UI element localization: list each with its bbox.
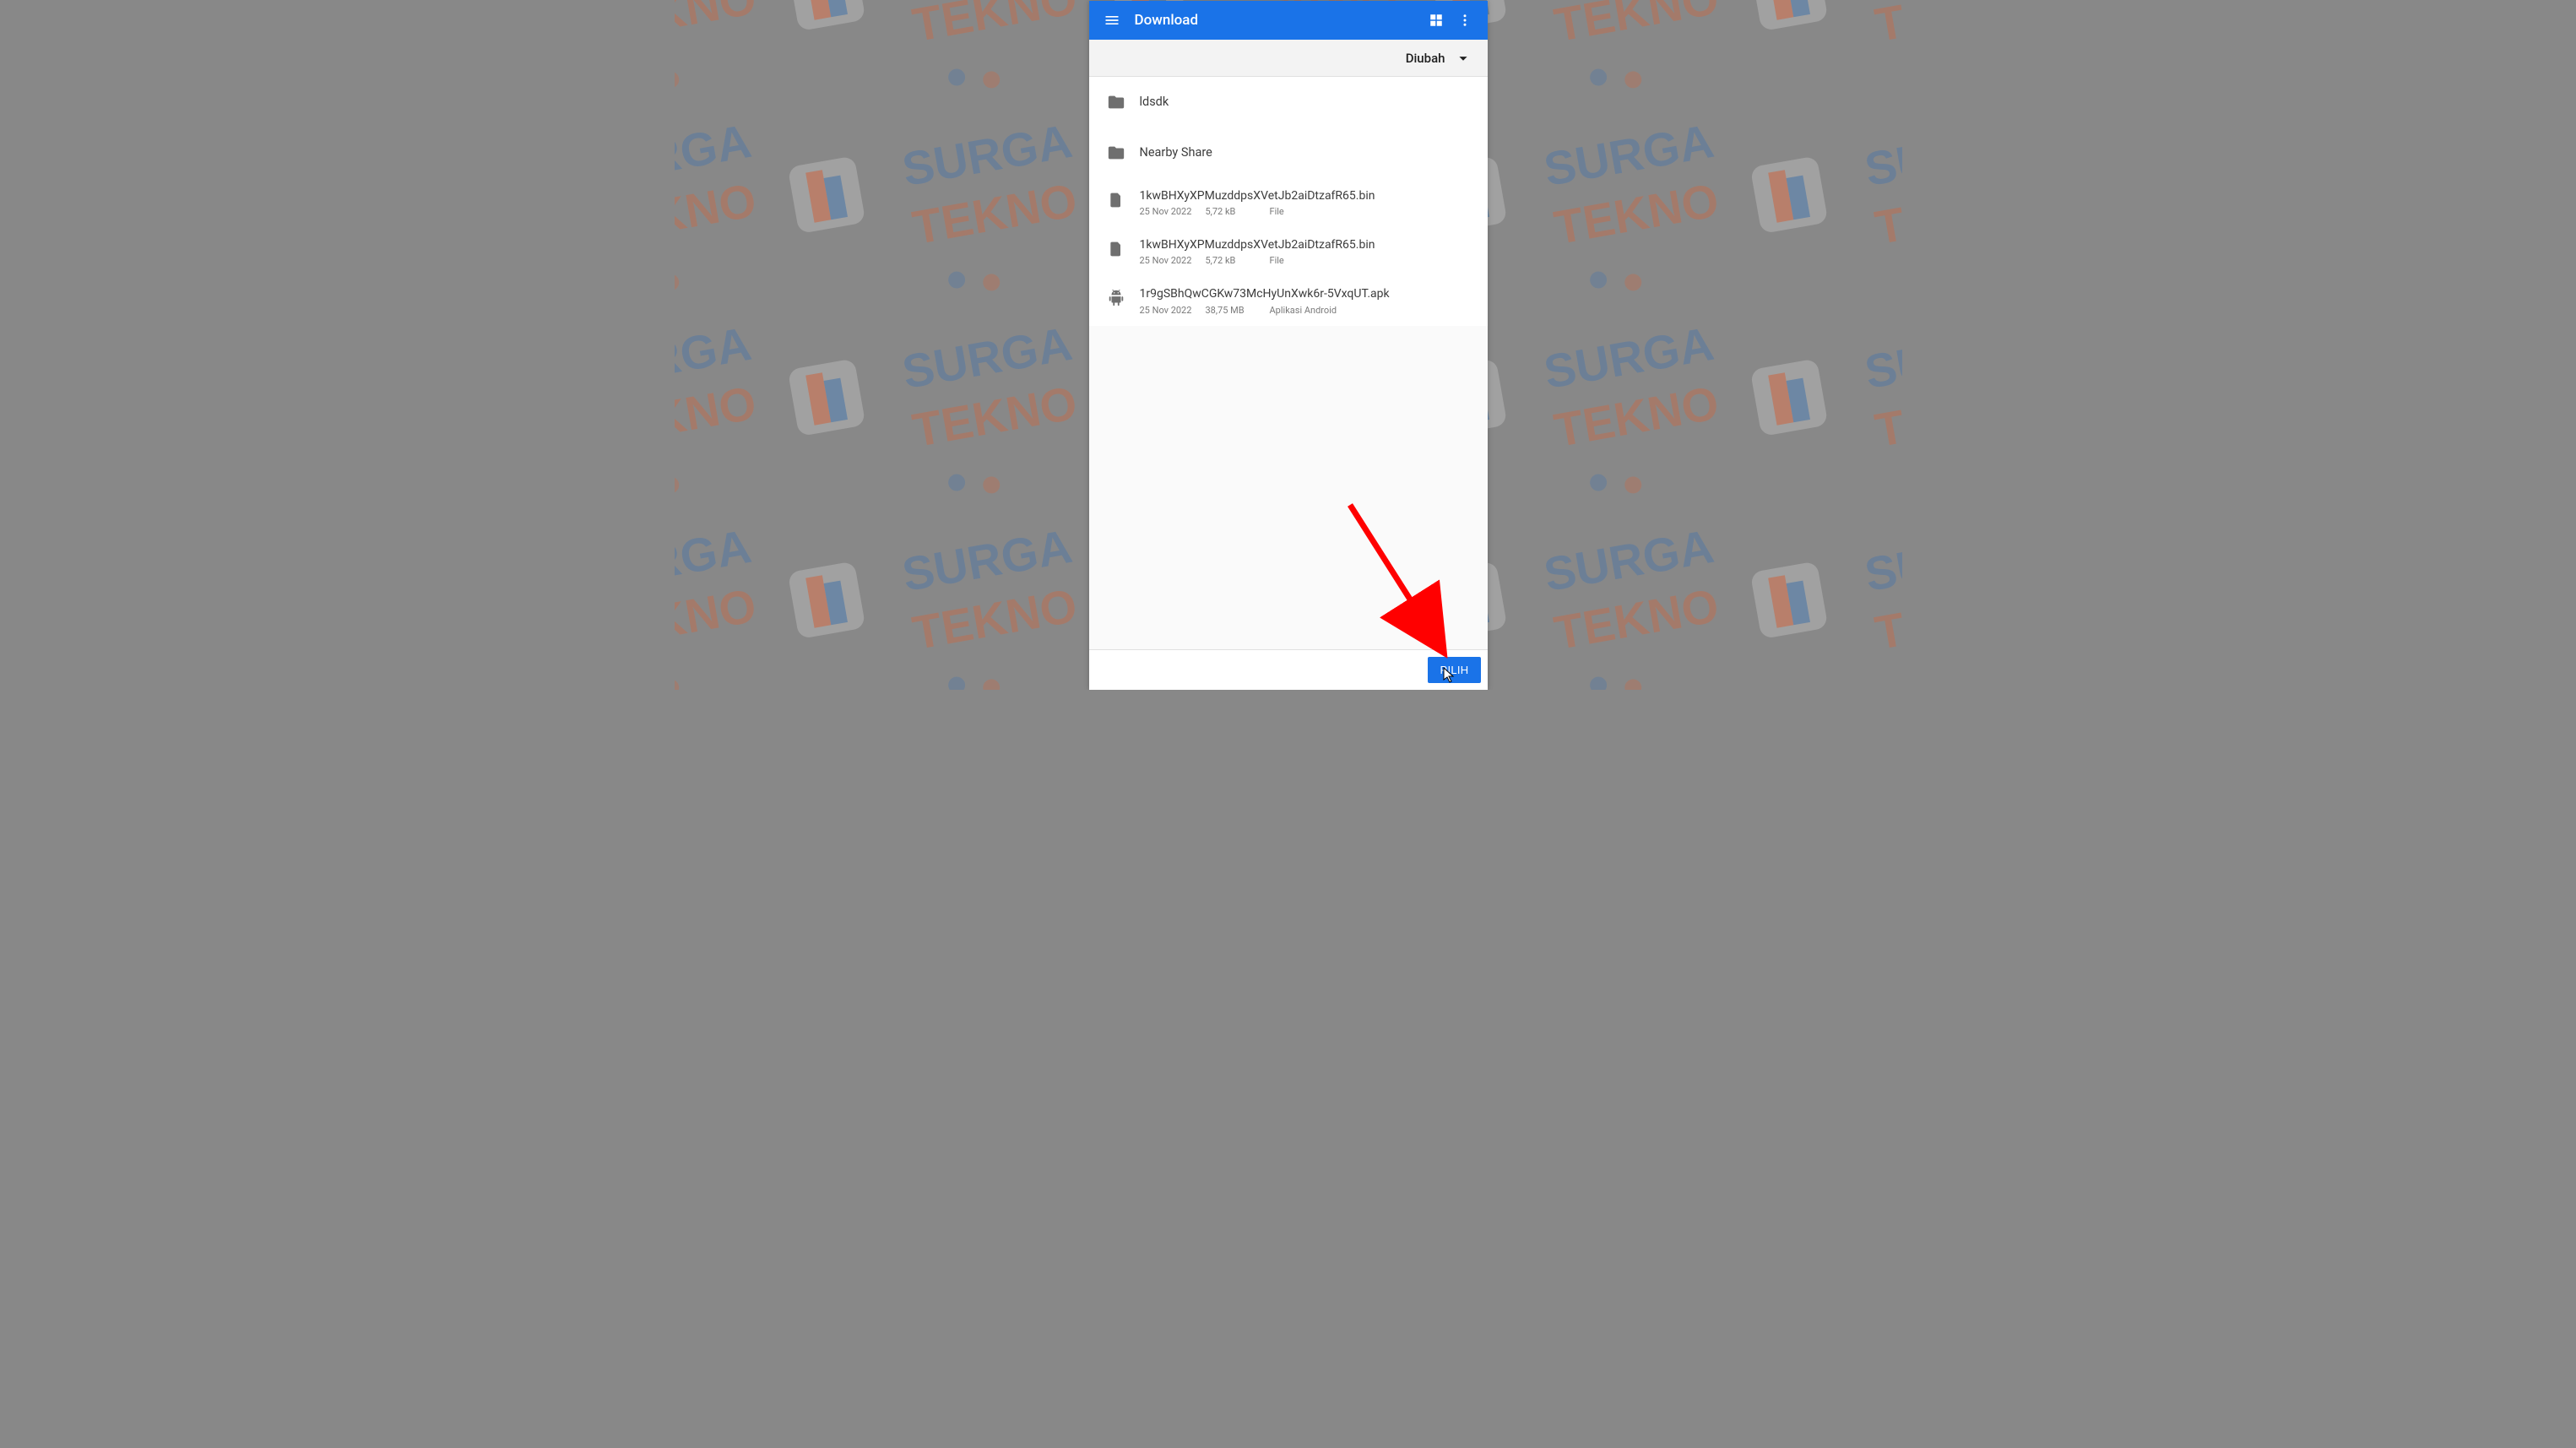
item-type: File — [1270, 255, 1284, 266]
bottom-bar: PILIH — [1089, 649, 1488, 690]
android-icon — [1104, 286, 1128, 310]
grid-icon — [1429, 13, 1444, 28]
item-date: 25 Nov 2022 — [1140, 305, 1206, 316]
screenshot-stage: Download Diubah — [675, 0, 1902, 690]
app-bar: Download — [1089, 1, 1488, 40]
item-name: Nearby Share — [1140, 145, 1472, 161]
list-item[interactable]: ldsdk — [1089, 77, 1488, 127]
sort-bar[interactable]: Diubah — [1089, 40, 1488, 77]
list-empty-area — [1089, 326, 1488, 649]
item-date: 25 Nov 2022 — [1140, 206, 1206, 217]
item-meta: 25 Nov 2022 38,75 MB Aplikasi Android — [1140, 305, 1472, 316]
list-item[interactable]: 1kwBHXyXPMuzddpsXVetJb2aiDtzafR65.bin 25… — [1089, 227, 1488, 276]
select-button[interactable]: PILIH — [1428, 657, 1480, 683]
file-icon — [1104, 188, 1128, 212]
item-name: 1r9gSBhQwCGKw73McHyUnXwk6r-5VxqUT.apk — [1140, 286, 1472, 301]
item-type: File — [1270, 206, 1284, 217]
item-meta: 25 Nov 2022 5,72 kB File — [1140, 206, 1472, 217]
item-size: 5,72 kB — [1206, 255, 1270, 266]
view-toggle-button[interactable] — [1422, 6, 1451, 35]
item-date: 25 Nov 2022 — [1140, 255, 1206, 266]
android-file-picker-window: Download Diubah — [1089, 1, 1488, 690]
item-meta: 25 Nov 2022 5,72 kB File — [1140, 255, 1472, 266]
menu-button[interactable] — [1098, 6, 1126, 35]
more-vert-icon — [1457, 13, 1472, 28]
list-item[interactable]: Nearby Share — [1089, 127, 1488, 178]
item-size: 38,75 MB — [1206, 305, 1270, 316]
item-name: 1kwBHXyXPMuzddpsXVetJb2aiDtzafR65.bin — [1140, 237, 1472, 252]
more-options-button[interactable] — [1451, 6, 1479, 35]
sort-label: Diubah — [1406, 51, 1445, 66]
item-size: 5,72 kB — [1206, 206, 1270, 217]
chevron-down-icon — [1454, 49, 1472, 68]
folder-icon — [1104, 141, 1128, 165]
file-icon — [1104, 237, 1128, 261]
item-name: 1kwBHXyXPMuzddpsXVetJb2aiDtzafR65.bin — [1140, 188, 1472, 203]
item-name: ldsdk — [1140, 95, 1472, 111]
list-item[interactable]: 1r9gSBhQwCGKw73McHyUnXwk6r-5VxqUT.apk 25… — [1089, 276, 1488, 325]
folder-icon — [1104, 90, 1128, 114]
item-type: Aplikasi Android — [1270, 305, 1337, 316]
file-list[interactable]: ldsdk Nearby Share 1kwBHXyXPMuzddpsXVetJ… — [1089, 77, 1488, 649]
page-title: Download — [1135, 12, 1422, 29]
list-item[interactable]: 1kwBHXyXPMuzddpsXVetJb2aiDtzafR65.bin 25… — [1089, 178, 1488, 227]
hamburger-icon — [1104, 12, 1120, 29]
